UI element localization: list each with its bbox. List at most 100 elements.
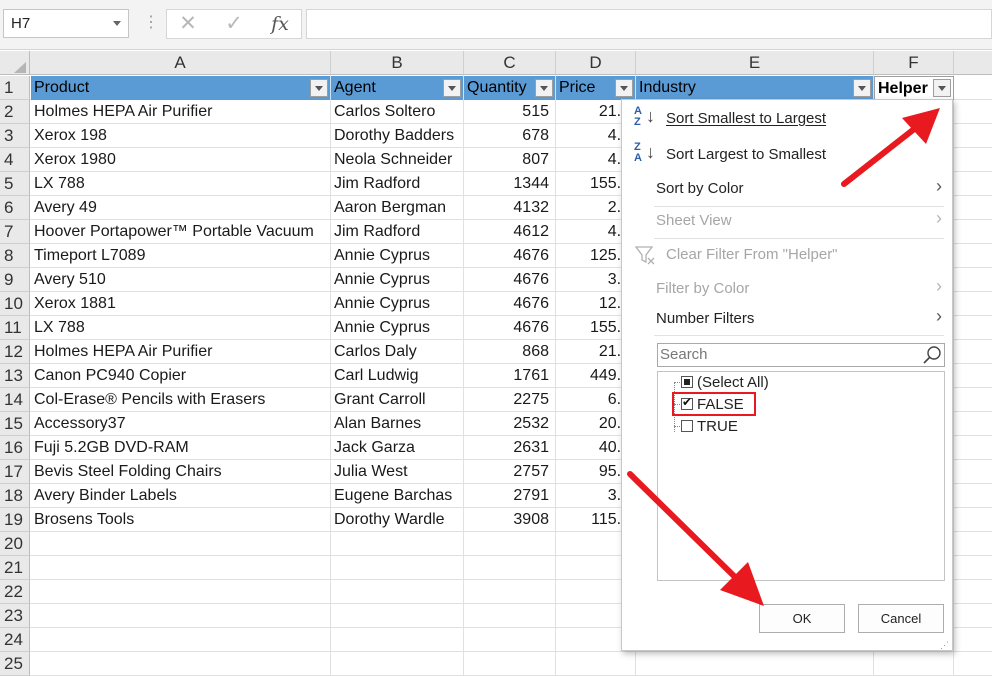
row-header[interactable]: 14 [0, 388, 30, 412]
cell-agent[interactable]: Carl Ludwig [331, 364, 463, 388]
column-header-f[interactable]: F [874, 51, 954, 75]
row-header[interactable]: 21 [0, 556, 30, 580]
cell-quantity[interactable]: 4676 [464, 292, 555, 316]
cancel-entry-icon[interactable]: ✕ [173, 10, 203, 38]
cell-product[interactable]: Bevis Steel Folding Chairs [31, 460, 330, 484]
cell-price[interactable]: 21.7 [556, 340, 630, 364]
sort-ascending-item[interactable]: AZ ↓ Sort Smallest to Largest [622, 104, 952, 136]
cell-quantity[interactable]: 1344 [464, 172, 555, 196]
cell-product[interactable]: Hoover Portapower™ Portable Vacuum [31, 220, 330, 244]
cell-price[interactable]: 155.9 [556, 316, 630, 340]
cell-product[interactable]: Accessory37 [31, 412, 330, 436]
filter-dropdown-quantity[interactable] [535, 79, 553, 97]
row-header[interactable]: 12 [0, 340, 30, 364]
cell-agent[interactable]: Carlos Daly [331, 340, 463, 364]
resize-grip-icon[interactable]: ⋰ [940, 641, 949, 650]
row-header[interactable]: 22 [0, 580, 30, 604]
true-label[interactable]: TRUE [697, 418, 738, 436]
cell-quantity[interactable]: 3908 [464, 508, 555, 532]
cell-quantity[interactable]: 2631 [464, 436, 555, 460]
enter-entry-icon[interactable]: ✓ [219, 10, 249, 38]
cell-quantity[interactable]: 2757 [464, 460, 555, 484]
cell-price[interactable]: 125.9 [556, 244, 630, 268]
row-header[interactable]: 15 [0, 412, 30, 436]
cell-quantity[interactable]: 2275 [464, 388, 555, 412]
cell-price[interactable]: 4.2 [556, 148, 630, 172]
cell-price[interactable]: 4.9 [556, 124, 630, 148]
cell-quantity[interactable]: 4132 [464, 196, 555, 220]
cell-price[interactable]: 20.9 [556, 412, 630, 436]
cell-product[interactable]: Avery 510 [31, 268, 330, 292]
false-checkbox[interactable]: ✔ [681, 395, 693, 410]
filter-dropdown-product[interactable] [310, 79, 328, 97]
row-header[interactable]: 9 [0, 268, 30, 292]
cell-quantity[interactable]: 868 [464, 340, 555, 364]
cell-product[interactable]: Canon PC940 Copier [31, 364, 330, 388]
column-header-c[interactable]: C [464, 51, 556, 75]
row-header[interactable]: 5 [0, 172, 30, 196]
row-header[interactable]: 3 [0, 124, 30, 148]
number-filters-item[interactable]: Number Filters › [622, 306, 952, 332]
filter-dropdown-helper[interactable] [933, 79, 951, 97]
cell-agent[interactable]: Jim Radford [331, 172, 463, 196]
row-header[interactable]: 16 [0, 436, 30, 460]
row-header[interactable]: 20 [0, 532, 30, 556]
ok-button[interactable]: OK [759, 604, 845, 633]
cell-quantity[interactable]: 807 [464, 148, 555, 172]
cell-product[interactable]: Xerox 198 [31, 124, 330, 148]
column-header-d[interactable]: D [556, 51, 636, 75]
cell-quantity[interactable]: 678 [464, 124, 555, 148]
cell-price[interactable]: 21.7 [556, 100, 630, 124]
filter-search-input[interactable]: Search [657, 343, 945, 367]
cell-product[interactable]: Timeport L7089 [31, 244, 330, 268]
row-header[interactable]: 24 [0, 628, 30, 652]
cell-product[interactable]: Xerox 1881 [31, 292, 330, 316]
cell-price[interactable]: 155.9 [556, 172, 630, 196]
cell-agent[interactable]: Jim Radford [331, 220, 463, 244]
cell-product[interactable]: Xerox 1980 [31, 148, 330, 172]
sort-descending-item[interactable]: ZA ↓ Sort Largest to Smallest [622, 140, 952, 172]
cell-agent[interactable]: Eugene Barchas [331, 484, 463, 508]
cell-product[interactable]: Holmes HEPA Air Purifier [31, 340, 330, 364]
filter-dropdown-agent[interactable] [443, 79, 461, 97]
cell-agent[interactable]: Dorothy Badders [331, 124, 463, 148]
row-header[interactable]: 6 [0, 196, 30, 220]
cell-agent[interactable]: Annie Cyprus [331, 244, 463, 268]
cell-price[interactable]: 12.2 [556, 292, 630, 316]
cell-product[interactable]: LX 788 [31, 172, 330, 196]
cell-agent[interactable]: Dorothy Wardle [331, 508, 463, 532]
row-header[interactable]: 23 [0, 604, 30, 628]
cell-agent[interactable]: Grant Carroll [331, 388, 463, 412]
row-header[interactable]: 18 [0, 484, 30, 508]
row-header[interactable]: 25 [0, 652, 30, 676]
row-header[interactable]: 13 [0, 364, 30, 388]
cell-agent[interactable]: Carlos Soltero [331, 100, 463, 124]
filter-dropdown-industry[interactable] [853, 79, 871, 97]
chevron-down-icon[interactable] [113, 21, 121, 26]
name-box[interactable]: H7 [3, 9, 129, 38]
insert-function-icon[interactable]: fx [265, 10, 295, 38]
cell-quantity[interactable]: 1761 [464, 364, 555, 388]
row-header[interactable]: 1 [0, 76, 30, 100]
cell-price[interactable]: 4.4 [556, 220, 630, 244]
cell-agent[interactable]: Neola Schneider [331, 148, 463, 172]
cell-product[interactable]: LX 788 [31, 316, 330, 340]
row-header[interactable]: 7 [0, 220, 30, 244]
cell-agent[interactable]: Aaron Bergman [331, 196, 463, 220]
true-checkbox[interactable] [681, 420, 693, 432]
cell-quantity[interactable]: 4612 [464, 220, 555, 244]
row-header[interactable]: 8 [0, 244, 30, 268]
cell-quantity[interactable]: 515 [464, 100, 555, 124]
cell-quantity[interactable]: 2791 [464, 484, 555, 508]
cell-quantity[interactable]: 4676 [464, 244, 555, 268]
cell-product[interactable]: Holmes HEPA Air Purifier [31, 100, 330, 124]
cancel-button[interactable]: Cancel [858, 604, 944, 633]
cell-product[interactable]: Avery 49 [31, 196, 330, 220]
cell-agent[interactable]: Annie Cyprus [331, 292, 463, 316]
cell-price[interactable]: 3.7 [556, 268, 630, 292]
cell-agent[interactable]: Jack Garza [331, 436, 463, 460]
cell-price[interactable]: 95.9 [556, 460, 630, 484]
cell-product[interactable]: Avery Binder Labels [31, 484, 330, 508]
cell-agent[interactable]: Julia West [331, 460, 463, 484]
row-header[interactable]: 11 [0, 316, 30, 340]
